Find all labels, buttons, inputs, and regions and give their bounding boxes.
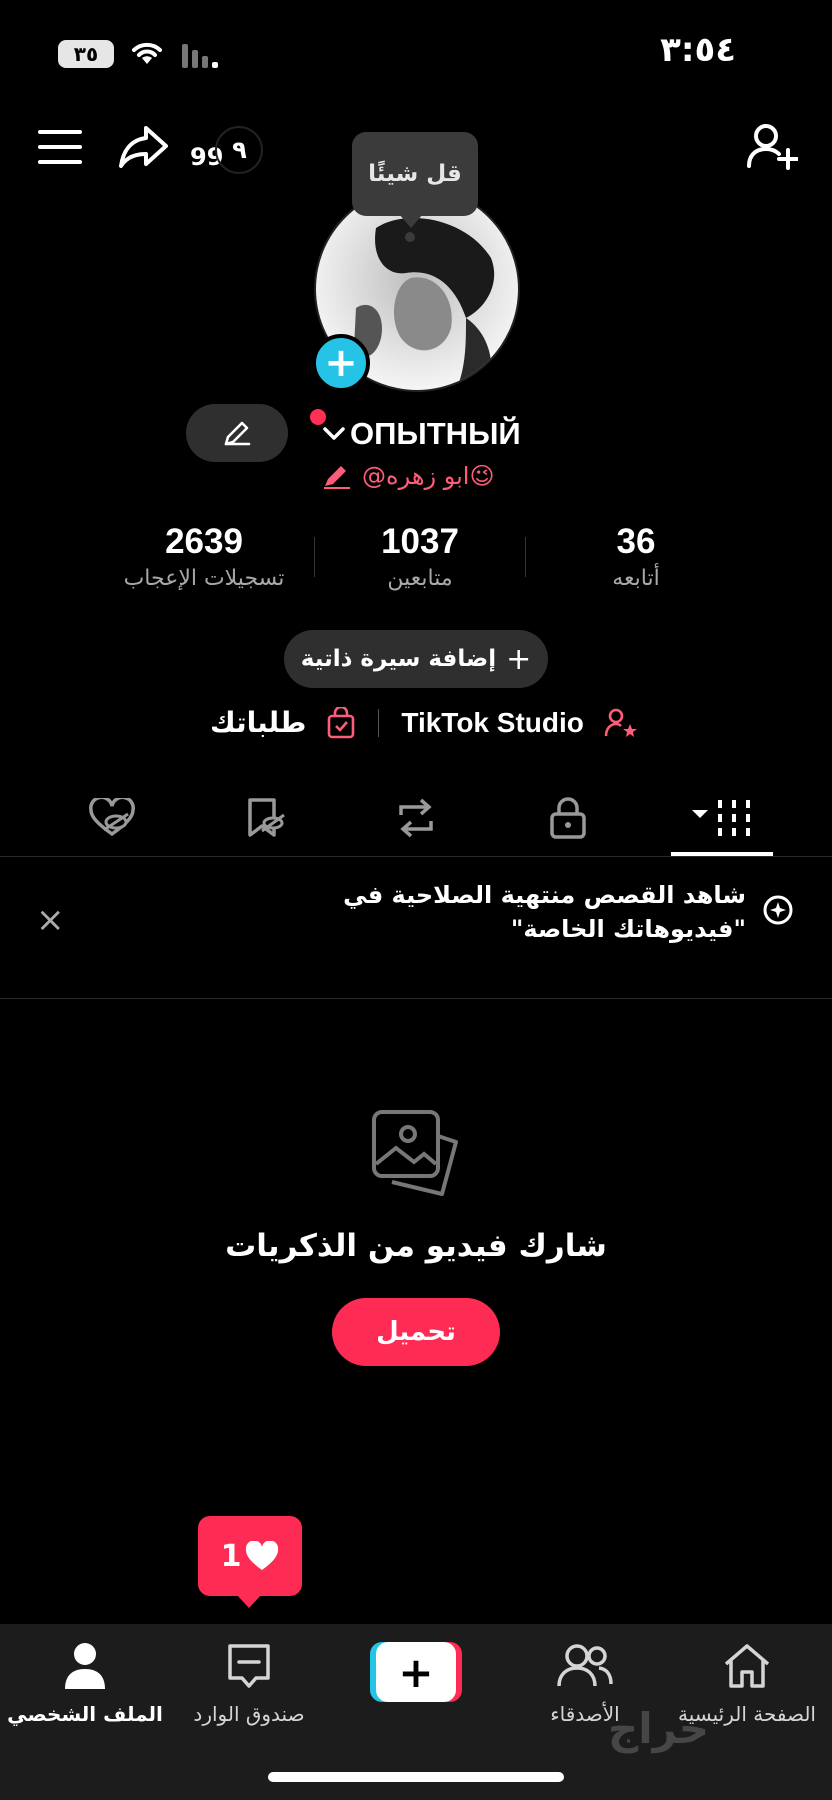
friends-icon xyxy=(557,1644,613,1687)
chevron-down-icon xyxy=(323,427,345,440)
tab-private[interactable] xyxy=(518,780,618,856)
tab-saved[interactable] xyxy=(216,780,316,856)
add-bio-label: إضافة سيرة ذاتية xyxy=(300,646,497,672)
say-something-tooltip[interactable]: قل شيئًا xyxy=(352,132,478,216)
creator-star-icon xyxy=(604,708,637,737)
tooltip-dot xyxy=(405,232,415,242)
battery-indicator: ٣٥ xyxy=(58,40,114,68)
tab-reposts[interactable] xyxy=(366,780,466,856)
hidden-bookmark-icon xyxy=(248,798,285,837)
person-icon xyxy=(65,1643,105,1689)
nav-inbox-label: صندوق الوارد xyxy=(193,1702,305,1726)
lock-icon xyxy=(550,797,586,839)
watermark: حراج xyxy=(608,1704,710,1753)
links-divider xyxy=(378,708,380,737)
close-icon[interactable]: × xyxy=(36,900,65,940)
likes-label: تسجيلات الإعجاب xyxy=(123,566,285,591)
tooltip-tail xyxy=(399,214,423,228)
photos-icon xyxy=(368,1106,464,1198)
inbox-icon xyxy=(228,1644,270,1688)
following-stat[interactable]: 36 أتابعه xyxy=(526,522,746,591)
tab-videos[interactable] xyxy=(672,780,772,856)
shopping-bag-icon xyxy=(328,706,355,738)
notification-counter[interactable]: 99 ٩ xyxy=(190,126,264,174)
expired-stories-banner: × شاهد القصص منتهية الصلاحية في "فيديوها… xyxy=(0,858,832,999)
share-icon[interactable] xyxy=(118,124,170,170)
tiktok-studio-link[interactable]: TikTok Studio xyxy=(401,707,584,739)
empty-state-title: شارك فيديو من الذكريات xyxy=(225,1228,607,1264)
links-row: طلباتك TikTok Studio xyxy=(210,706,638,739)
content-tabs xyxy=(0,780,832,857)
notification-badge: ٩ xyxy=(215,126,264,174)
add-story-button[interactable]: + xyxy=(312,334,370,392)
pencil-icon xyxy=(224,421,251,446)
followers-count: 1037 xyxy=(381,522,459,561)
banner-text: شاهد القصص منتهية الصلاحية في "فيديوهاتك… xyxy=(343,881,746,943)
followers-stat[interactable]: 1037 متابعين xyxy=(315,522,525,591)
add-bio-button[interactable]: إضافة سيرة ذاتية + xyxy=(284,630,548,688)
nav-profile-label: الملف الشخصي xyxy=(7,1702,163,1726)
story-add-icon xyxy=(762,894,794,926)
orders-link[interactable]: طلباتك xyxy=(210,706,306,739)
hidden-heart-icon xyxy=(89,798,135,837)
clock: ٣:٥٤ xyxy=(660,30,736,70)
home-icon xyxy=(724,1644,770,1688)
nav-inbox[interactable]: صندوق الوارد xyxy=(164,1636,334,1726)
home-indicator[interactable] xyxy=(268,1772,564,1782)
edit-profile-button[interactable] xyxy=(186,404,288,462)
add-friend-icon[interactable] xyxy=(746,122,798,170)
menu-icon[interactable] xyxy=(38,130,82,164)
active-tab-indicator xyxy=(671,852,773,856)
nav-profile[interactable]: الملف الشخصي xyxy=(0,1636,170,1726)
likes-stat[interactable]: 2639 تسجيلات الإعجاب xyxy=(94,522,314,591)
username-switcher[interactable]: ОПЫТНЫЙ xyxy=(322,416,521,452)
following-label: أتابعه xyxy=(612,566,660,591)
add-story-symbol: + xyxy=(324,340,358,386)
handle-row: @ابو زهره😉 xyxy=(322,462,494,490)
tab-liked[interactable] xyxy=(62,780,162,856)
repost-icon xyxy=(399,798,433,838)
battery-level: ٣٥ xyxy=(73,42,99,66)
user-handle: @ابو زهره😉 xyxy=(362,462,495,490)
like-notification-bubble[interactable]: 1 xyxy=(198,1516,302,1596)
signal-icon xyxy=(182,42,226,68)
likes-count: 2639 xyxy=(165,522,243,561)
following-count: 36 xyxy=(616,522,656,561)
followers-label: متابعين xyxy=(387,566,453,591)
stats-row: 2639 تسجيلات الإعجاب 1037 متابعين 36 أتابعه xyxy=(94,522,746,591)
heart-icon xyxy=(246,1541,279,1570)
like-count: 1 xyxy=(220,1538,242,1574)
upload-button[interactable]: تحميل xyxy=(332,1298,500,1366)
create-button[interactable]: + xyxy=(370,1642,462,1702)
bubble-tail xyxy=(236,1594,262,1608)
pencil-red-icon xyxy=(324,466,350,489)
plus-icon: + xyxy=(506,641,532,677)
plus-icon: + xyxy=(376,1642,456,1702)
wifi-icon xyxy=(130,38,164,66)
grid-icon xyxy=(692,800,750,836)
username: ОПЫТНЫЙ xyxy=(350,416,521,451)
